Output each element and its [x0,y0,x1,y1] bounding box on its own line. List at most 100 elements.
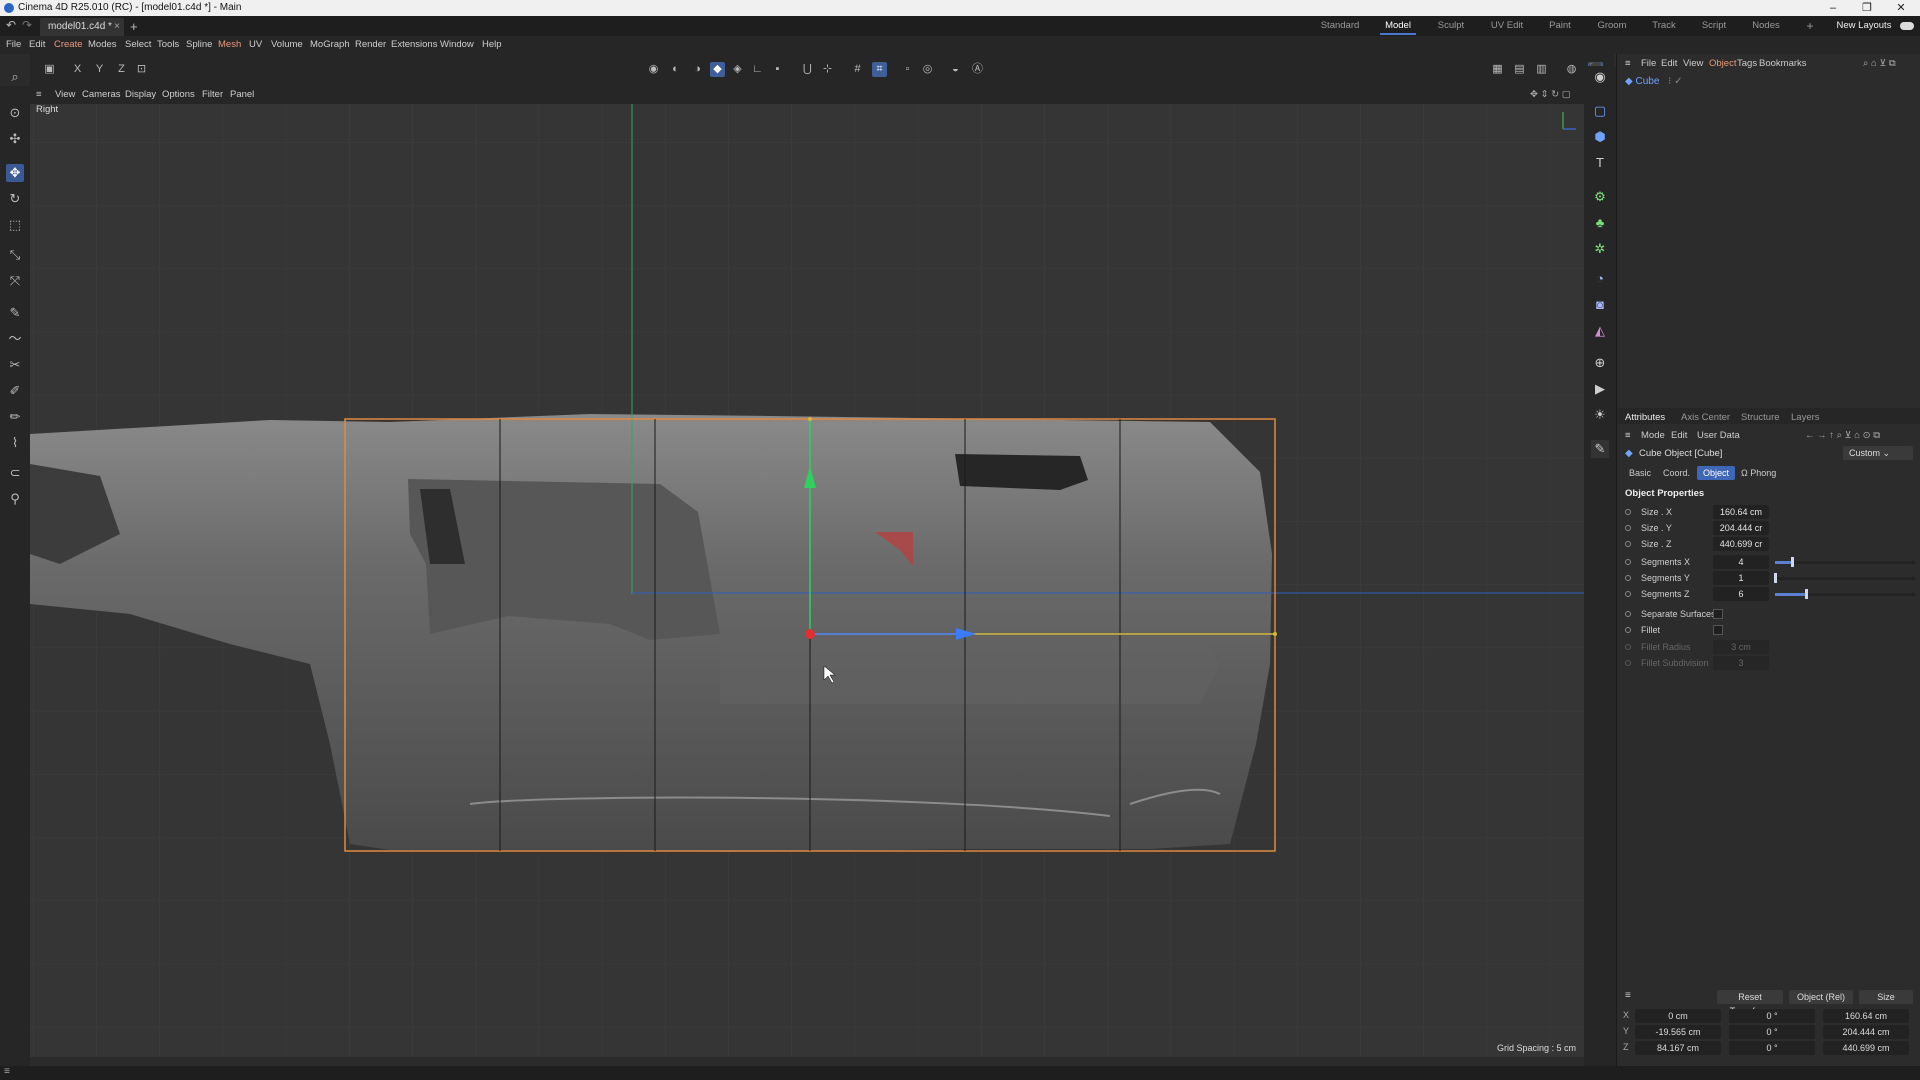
spline-sketch-icon[interactable]: 〜 [6,330,24,348]
subtab-coord[interactable]: Coord. [1657,466,1696,480]
weight-tool-icon[interactable]: ⚲ [6,490,24,508]
locked-workplane-icon[interactable]: ▫ [900,62,915,77]
axis-mode-icon[interactable]: ∟ [750,62,765,77]
toggle-view-icon[interactable]: ▣ [42,62,57,77]
size-x-field[interactable]: 160.64 cm [1713,505,1769,519]
keyframe-dot-icon[interactable] [1625,575,1631,581]
select-options-icon[interactable]: ✣ [6,130,24,148]
segments-y-slider[interactable] [1774,573,1915,583]
field-icon[interactable]: ◔ [1591,270,1609,288]
undo-icon[interactable]: ↶ [6,18,16,32]
light-icon[interactable]: ☀ [1591,406,1609,424]
menu-render[interactable]: Render [355,36,386,54]
layout-standard[interactable]: Standard [1318,16,1362,36]
keyframe-dot-icon[interactable] [1625,559,1631,565]
layout-model[interactable]: Model [1374,16,1422,36]
spline-pen-icon[interactable]: ✎ [6,304,24,322]
subtab-basic[interactable]: Basic [1623,466,1657,480]
rotation-h-field[interactable]: 0 ° [1729,1009,1815,1023]
viewport-navigation-icons[interactable]: ✥ ⇕ ↻ ▢ [1530,86,1571,104]
layout-uv-edit[interactable]: UV Edit [1482,16,1532,36]
measure-tool-icon[interactable]: ⌇ [6,434,24,452]
knife-tool-icon[interactable]: ✂ [6,356,24,374]
coordinate-system-icon[interactable]: ⊡ [134,62,149,77]
snap-settings-icon[interactable]: ⊹ [820,62,835,77]
cube-primitive-menu-icon[interactable]: ⬢ [1591,128,1609,146]
tab-axis-center[interactable]: Axis Center [1681,412,1730,423]
menu-extensions[interactable]: Extensions [391,36,437,54]
size-y-coord-field[interactable]: 204.444 cm [1823,1025,1909,1039]
selection-tool-icon[interactable]: ⊙ [6,104,24,122]
menu-file[interactable]: File [6,36,21,54]
material-icon[interactable]: ✎ [1591,440,1609,458]
edges-mode-icon[interactable]: ◐ [668,62,683,77]
size-x-coord-field[interactable]: 160.64 cm [1823,1009,1909,1023]
keyframe-dot-icon[interactable] [1625,611,1631,617]
fillet-checkbox[interactable] [1713,625,1723,635]
viewport-menu-view[interactable]: View [55,86,75,104]
cube-object-icon[interactable]: ▢ [1591,102,1609,120]
status-menu-icon[interactable]: ≡ [4,1066,10,1077]
om-menu-edit[interactable]: Edit [1661,58,1677,69]
menu-spline[interactable]: Spline [186,36,212,54]
tab-layers[interactable]: Layers [1791,412,1820,423]
rotate-tool-icon[interactable]: ↻ [6,190,24,208]
om-menu-object[interactable]: Object [1709,58,1736,69]
maximize-button[interactable]: ❐ [1852,0,1882,16]
viewport-solo-icon[interactable]: ◒ [948,62,963,77]
points-mode-icon[interactable]: ◉ [646,62,661,77]
menu-window[interactable]: Window [440,36,474,54]
segments-x-slider[interactable] [1775,557,1915,567]
keyframe-dot-icon[interactable] [1625,541,1631,547]
attr-menu-user-data[interactable]: User Data [1697,430,1740,441]
move-tool-icon[interactable]: ✥ [6,164,24,182]
gizmo-x-handle[interactable] [805,629,815,639]
axis-y-toggle[interactable]: Y [92,62,107,77]
keyframe-dot-icon[interactable] [1625,525,1631,531]
menu-uv[interactable]: UV [249,36,262,54]
new-tab-button[interactable]: + [130,19,138,34]
menu-modes[interactable]: Modes [88,36,117,54]
paint-brush-icon[interactable]: ✐ [6,382,24,400]
viewport-menu-display[interactable]: Display [125,86,156,104]
menu-edit[interactable]: Edit [29,36,45,54]
menu-create[interactable]: Create [54,36,83,54]
attr-navigation-icons[interactable]: ← → ↑ ⌕ ⊻ ⌂ ⊙ ⧉ [1805,430,1880,441]
om-menu-view[interactable]: View [1683,58,1703,69]
menu-select[interactable]: Select [125,36,151,54]
keyframe-dot-icon[interactable] [1625,591,1631,597]
subtab-phong[interactable]: Ω Phong [1735,466,1782,480]
axis-z-toggle[interactable]: Z [114,62,129,77]
reset-transform-button[interactable]: Reset Transform [1717,990,1783,1016]
document-tab[interactable]: model01.c4d * × [40,18,124,36]
om-menu-bookmarks[interactable]: Bookmarks [1759,58,1807,69]
keyframe-dot-icon[interactable] [1625,509,1631,515]
segments-z-slider[interactable] [1775,589,1915,599]
transform-tool-icon[interactable]: ⤡ [6,246,24,264]
viewport-menu-options[interactable]: Options [162,86,195,104]
menu-mograph[interactable]: MoGraph [310,36,350,54]
render-to-picture-viewer-icon[interactable]: ▤ [1512,62,1527,77]
minimize-button[interactable]: – [1818,0,1848,16]
tweak-mode-icon[interactable]: ▪ [770,62,785,77]
snap-tool-icon[interactable]: ⤧ [6,272,24,290]
axis-x-toggle[interactable]: X [70,62,85,77]
viewport-menu-filter[interactable]: Filter [202,86,223,104]
layout-paint[interactable]: Paint [1538,16,1582,36]
size-y-field[interactable]: 204.444 cr [1713,521,1769,535]
snap-icon[interactable]: ⋃ [800,62,815,77]
close-tab-icon[interactable]: × [114,18,120,36]
redo-icon[interactable]: ↷ [22,18,32,32]
tab-structure[interactable]: Structure [1741,412,1780,423]
menu-volume[interactable]: Volume [271,36,303,54]
coords-menu-icon[interactable]: ≡ [1625,990,1631,1001]
om-menu-file[interactable]: File [1641,58,1656,69]
volume-icon[interactable]: ◙ [1591,296,1609,314]
render-settings-icon[interactable]: ▥ [1534,62,1549,77]
segments-y-field[interactable]: 1 [1713,571,1769,585]
render-view-icon[interactable]: ▦ [1490,62,1505,77]
grid-snap-icon[interactable]: # [850,62,865,77]
object-manager-menu-icon[interactable]: ≡ [1625,58,1631,69]
objects-manager-icon[interactable]: ◉ [1591,68,1609,86]
workplane-icon[interactable]: ⌗ [872,62,887,77]
